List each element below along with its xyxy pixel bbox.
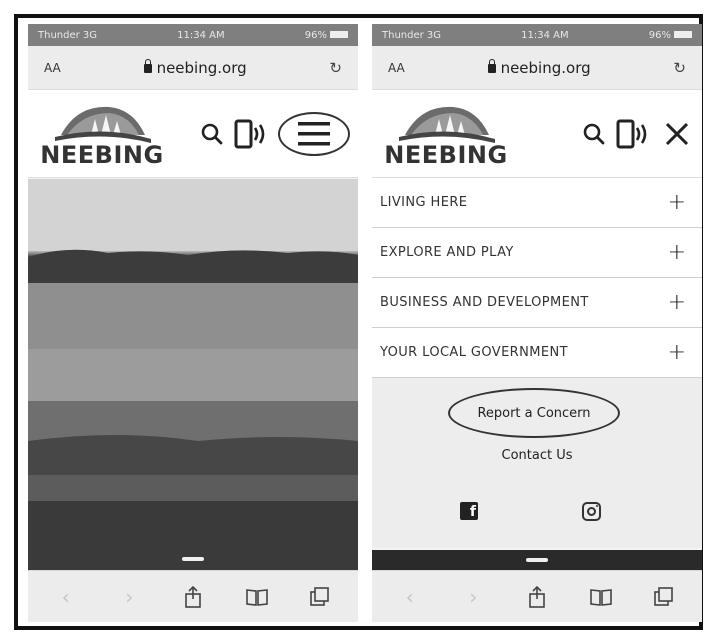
carrier-label: Thunder 3G	[38, 29, 98, 41]
carrier-label: Thunder 3G	[382, 29, 442, 41]
contact-us-link[interactable]: Contact Us	[372, 448, 702, 463]
expand-icon[interactable]: +	[668, 291, 686, 314]
text-size-button[interactable]: AA	[44, 61, 61, 75]
close-icon[interactable]	[660, 117, 694, 151]
menu-item-label: LIVING HERE	[380, 195, 468, 210]
battery-icon	[329, 31, 348, 38]
screenshot-frame: Thunder 3G 11:34 AM 96% AA neebing.org ↻	[14, 14, 703, 630]
search-icon[interactable]	[582, 122, 606, 146]
tabs-icon[interactable]	[649, 586, 679, 607]
status-bar: Thunder 3G 11:34 AM 96%	[372, 24, 702, 46]
hamburger-menu-button[interactable]	[278, 111, 350, 156]
right-phone-screen: Thunder 3G 11:34 AM 96% AA neebing.org ↻	[372, 24, 702, 622]
url-text: neebing.org	[500, 58, 591, 77]
browser-toolbar: ‹ ›	[372, 570, 702, 622]
menu-item-your-local-government[interactable]: YOUR LOCAL GOVERNMENT +	[372, 328, 702, 378]
scroll-indicator	[526, 558, 548, 562]
status-bar: Thunder 3G 11:34 AM 96%	[28, 24, 358, 46]
expand-icon[interactable]: +	[668, 191, 686, 214]
highlight-oval	[278, 111, 350, 156]
reload-icon[interactable]: ↻	[673, 59, 686, 77]
menu-footer: Report a Concern Contact Us f	[372, 378, 702, 548]
report-a-concern-link[interactable]: Report a Concern	[448, 388, 620, 438]
clock-label: 11:34 AM	[521, 29, 569, 41]
facebook-icon[interactable]: f	[460, 502, 478, 520]
neebing-logo[interactable]: NEEBING	[38, 101, 166, 167]
logo-text: NEEBING	[384, 140, 508, 169]
neebing-logo[interactable]: NEEBING	[382, 101, 510, 167]
instagram-icon[interactable]	[582, 502, 601, 521]
back-icon[interactable]: ‹	[395, 585, 425, 609]
forest-landscape-image	[28, 179, 358, 571]
battery-indicator: 96%	[649, 30, 692, 41]
url-text: neebing.org	[156, 58, 247, 77]
clock-label: 11:34 AM	[177, 29, 225, 41]
report-a-concern-label: Report a Concern	[477, 405, 591, 421]
site-header: NEEBING	[28, 90, 358, 178]
address-bar[interactable]: AA neebing.org ↻	[28, 46, 358, 90]
navigation-menu: LIVING HERE + EXPLORE AND PLAY + BUSINES…	[372, 178, 702, 378]
page-content-peek	[372, 550, 702, 572]
hero-image	[28, 179, 358, 571]
left-phone-screen: Thunder 3G 11:34 AM 96% AA neebing.org ↻	[28, 24, 358, 622]
menu-item-label: BUSINESS AND DEVELOPMENT	[380, 295, 589, 310]
bookmarks-icon[interactable]	[242, 588, 272, 606]
phone-icon[interactable]	[234, 119, 268, 149]
scroll-indicator	[182, 557, 204, 561]
tabs-icon[interactable]	[305, 586, 335, 607]
logo-graphic-icon	[399, 106, 495, 143]
share-icon[interactable]	[178, 585, 208, 608]
lock-icon	[487, 59, 496, 73]
menu-item-explore-and-play[interactable]: EXPLORE AND PLAY +	[372, 228, 702, 278]
back-icon[interactable]: ‹	[51, 585, 81, 609]
header-icons	[582, 117, 694, 151]
search-icon[interactable]	[200, 122, 224, 146]
bookmarks-icon[interactable]	[586, 588, 616, 606]
battery-icon	[673, 31, 692, 38]
battery-indicator: 96%	[305, 30, 348, 41]
lock-icon	[143, 59, 152, 73]
menu-item-business-and-development[interactable]: BUSINESS AND DEVELOPMENT +	[372, 278, 702, 328]
header-icons	[200, 111, 350, 156]
text-size-button[interactable]: AA	[388, 61, 405, 75]
expand-icon[interactable]: +	[668, 341, 686, 364]
menu-item-label: YOUR LOCAL GOVERNMENT	[380, 345, 568, 360]
browser-toolbar: ‹ ›	[28, 570, 358, 622]
phone-icon[interactable]	[616, 119, 650, 149]
forward-icon[interactable]: ›	[114, 585, 144, 609]
logo-graphic-icon	[55, 106, 151, 143]
share-icon[interactable]	[522, 585, 552, 608]
url-field[interactable]: neebing.org	[487, 58, 591, 77]
menu-item-label: EXPLORE AND PLAY	[380, 245, 514, 260]
reload-icon[interactable]: ↻	[329, 59, 342, 77]
url-field[interactable]: neebing.org	[143, 58, 247, 77]
address-bar[interactable]: AA neebing.org ↻	[372, 46, 702, 90]
logo-text: NEEBING	[40, 140, 164, 169]
menu-item-living-here[interactable]: LIVING HERE +	[372, 178, 702, 228]
site-header: NEEBING	[372, 90, 702, 178]
expand-icon[interactable]: +	[668, 241, 686, 264]
forward-icon[interactable]: ›	[458, 585, 488, 609]
